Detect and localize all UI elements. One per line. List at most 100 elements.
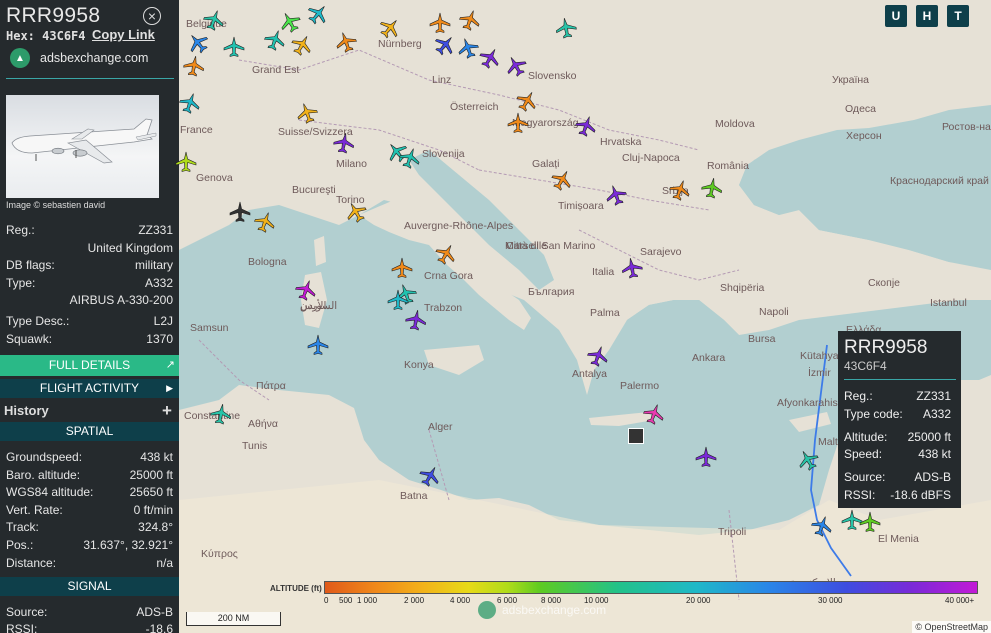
tooltip-hex: 43C6F4	[844, 359, 887, 373]
aircraft-icon[interactable]	[175, 151, 197, 173]
map-place-label: Antalya	[572, 368, 608, 380]
map-place-label: Sarajevo	[640, 246, 682, 258]
map-place-label: Slovenija	[422, 148, 465, 160]
map-place-label: Palma	[590, 307, 620, 319]
map-place-label: Palermo	[620, 380, 660, 392]
altitude-tick-label: 40 000+	[945, 596, 975, 605]
map-place-label: Trabzon	[424, 302, 463, 314]
toggle-h-button[interactable]: H	[916, 5, 938, 27]
map-place-label: România	[707, 160, 750, 172]
aircraft-icon[interactable]	[859, 511, 881, 533]
info-key: Distance:	[6, 556, 57, 570]
map-place-label: Tunis	[242, 440, 268, 452]
altitude-legend: ALTITUDE (ft) 0 500 1 000 2 000 4 000 6 000 8 …	[268, 580, 983, 610]
map-place-label: Ростов-на-Дону	[942, 121, 991, 133]
tooltip-key: Speed:	[844, 447, 883, 461]
tooltip-callsign: RRR9958	[844, 337, 928, 358]
info-key: Source:	[6, 605, 48, 619]
info-value: ADS-B	[136, 605, 173, 619]
map-place-label: Crna Gora	[424, 270, 474, 282]
toggle-t-button[interactable]: T	[947, 5, 969, 27]
map-place-label: Одеса	[845, 103, 876, 115]
aircraft-icon[interactable]	[403, 307, 428, 332]
copy-link[interactable]: Copy Link	[92, 27, 155, 42]
map-place-label: Ankara	[692, 352, 726, 364]
flight-activity-label: FLIGHT ACTIVITY	[39, 381, 140, 395]
info-key: RSSI:	[6, 622, 38, 633]
signal-header: SIGNAL	[0, 577, 179, 596]
info-key: Track:	[6, 520, 39, 534]
altitude-tick-label: 4 000	[450, 596, 471, 605]
map-place-label: Linz	[432, 74, 452, 86]
aircraft-icon[interactable]	[619, 255, 644, 280]
aircraft-icon[interactable]	[553, 15, 578, 40]
map-place-label: Shqipëria	[720, 282, 765, 294]
aircraft-icon[interactable]	[507, 112, 529, 134]
map-place-label: Afyonkarahisar	[777, 397, 848, 409]
map-place-label: Konya	[404, 359, 434, 371]
toggle-u-button[interactable]: U	[885, 5, 907, 27]
info-key: Type:	[6, 276, 36, 290]
map-canvas[interactable]: U H T 200 NM © OpenStreetMap	[179, 0, 991, 633]
aircraft-icon[interactable]	[699, 175, 724, 200]
vehicle-icon[interactable]	[628, 428, 644, 444]
altitude-tick-label: 20 000	[686, 596, 711, 605]
expand-plus-icon[interactable]: +	[162, 401, 172, 421]
aircraft-icon[interactable]	[429, 12, 451, 34]
map-place-label: Slovensko	[528, 70, 577, 82]
info-key: Groundspeed:	[6, 450, 83, 464]
tooltip-value: A332	[922, 407, 951, 421]
aircraft-icon[interactable]	[695, 446, 717, 468]
aircraft-icon[interactable]	[387, 289, 409, 311]
history-heading[interactable]: History	[4, 403, 49, 418]
watermark: adsbexchange.com	[478, 601, 606, 619]
map-base	[179, 0, 991, 633]
info-value: 25000 ft	[129, 468, 173, 482]
osm-attribution[interactable]: © OpenStreetMap	[912, 621, 991, 633]
map-place-label: Batna	[400, 490, 428, 502]
callsign-title: RRR9958	[6, 4, 101, 27]
aircraft-icon[interactable]	[307, 334, 329, 356]
map-place-label: Moldova	[715, 118, 755, 130]
map-place-label: Timișoara	[558, 200, 604, 212]
brand-link[interactable]: ▲ adsbexchange.com	[10, 47, 148, 69]
aircraft-icon[interactable]	[391, 257, 413, 279]
map-place-label: Italia	[592, 266, 615, 278]
hex-row: Hex: 43C6F4	[6, 29, 86, 43]
flight-activity-button[interactable]: FLIGHT ACTIVITY ▶	[0, 379, 179, 398]
map-place-label: Україна	[832, 74, 870, 86]
full-details-button[interactable]: FULL DETAILS ↗	[0, 355, 179, 376]
map-place-label: Κύπρος	[201, 548, 238, 560]
tooltip-key: Altitude:	[844, 430, 888, 444]
info-value: L2J	[153, 314, 173, 328]
info-key: Squawk:	[6, 332, 53, 346]
info-value: ZZ331	[138, 223, 173, 237]
map-place-label: Tripoli	[718, 526, 747, 538]
close-icon[interactable]: ×	[143, 7, 161, 25]
aircraft-icon[interactable]	[208, 401, 233, 426]
map-place-label: Auvergne-Rhône-Alpes	[404, 220, 514, 232]
info-key: DB flags:	[6, 258, 55, 272]
aircraft-photo[interactable]	[6, 95, 159, 198]
altitude-tick-label: 30 000	[818, 596, 843, 605]
aircraft-icon[interactable]	[181, 53, 206, 78]
info-value: 324.8°	[138, 520, 173, 534]
info-key: Vert. Rate:	[6, 503, 63, 517]
map-place-label: İzmir	[808, 367, 831, 379]
spatial-header: SPATIAL	[0, 422, 179, 441]
info-value: AIRBUS A-330-200	[69, 293, 173, 307]
hex-value: 43C6F4	[42, 29, 86, 43]
aircraft-icon[interactable]	[229, 201, 251, 223]
info-key: WGS84 altitude:	[6, 485, 94, 499]
map-place-label: Napoli	[759, 306, 789, 318]
aircraft-icon[interactable]	[223, 36, 245, 58]
full-details-label: FULL DETAILS	[48, 358, 131, 372]
altitude-tick-label: 0	[324, 596, 329, 605]
altitude-gradient-bar	[324, 581, 978, 594]
adsbx-logo-icon	[478, 601, 496, 619]
map-place-label: Nürnberg	[378, 38, 422, 50]
info-value: 31.637°, 32.921°	[83, 538, 173, 552]
hex-label: Hex:	[6, 29, 35, 43]
info-value: military	[135, 258, 173, 272]
aircraft-icon[interactable]	[331, 130, 356, 155]
